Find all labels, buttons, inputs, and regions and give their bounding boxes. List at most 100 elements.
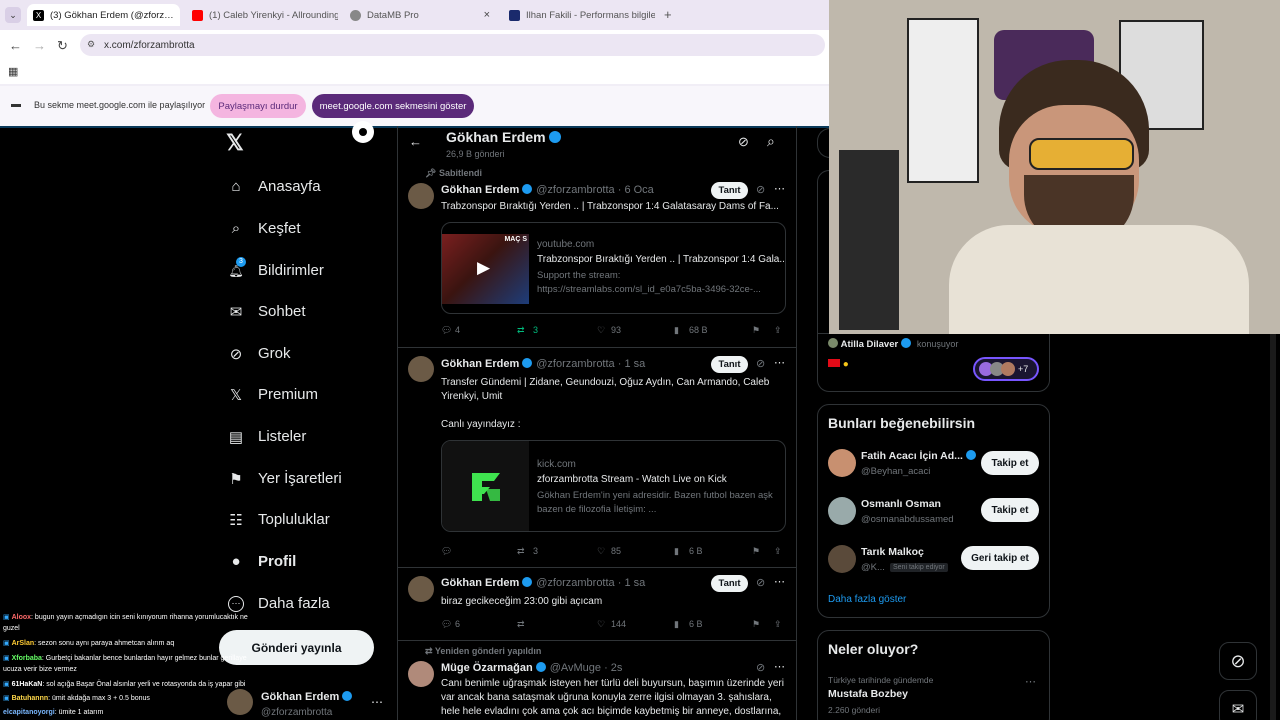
follow-button[interactable]: Takip et [981, 498, 1039, 522]
nav-more[interactable]: ⋯ Daha fazla [228, 595, 330, 612]
reply-count: 6 [455, 619, 461, 629]
avatar[interactable] [408, 576, 434, 602]
follow-suggestion[interactable]: Osmanlı Osman @osmanabdussamed Takip et [818, 493, 1049, 537]
scrollbar[interactable] [1270, 334, 1276, 720]
forward-arrow-icon[interactable]: → [33, 38, 46, 53]
reply-icon[interactable]: 💬︎ [441, 619, 452, 630]
follow-suggestion[interactable]: Tarık Malkoç @K... Seni takip ediyor Ger… [818, 541, 1049, 585]
grok-icon[interactable]: ⊘ [756, 357, 765, 370]
like-icon[interactable]: ♡ [597, 619, 605, 630]
avatar[interactable] [828, 497, 856, 525]
more-options-icon[interactable]: ⋯ [774, 660, 785, 673]
nav-communities[interactable]: ☷ Topluluklar [228, 511, 329, 529]
avatar[interactable] [828, 449, 856, 477]
close-tab-icon[interactable]: × [484, 9, 490, 21]
more-options-icon[interactable]: ⋯ [774, 356, 785, 369]
thumb-text: MAÇ S [504, 236, 527, 243]
nav-messages[interactable]: ✉ Sohbet [228, 303, 306, 321]
grok-icon[interactable]: ⊘ [756, 183, 765, 196]
apps-grid-icon[interactable]: ▦ [8, 65, 18, 78]
repost-icon[interactable]: ⇄ [517, 546, 525, 557]
share-icon[interactable]: ⇪ [774, 546, 782, 557]
tweet[interactable]: Gökhan Erdem @zforzambrotta · 1 sa Tanıt … [398, 348, 796, 568]
grok-icon[interactable]: ⊘ [756, 661, 765, 674]
search-icon[interactable]: ⌕ [767, 133, 775, 150]
views-icon[interactable]: ▮ [674, 619, 679, 630]
x-logo-icon[interactable]: 𝕏 [226, 130, 244, 156]
more-options-icon[interactable]: ⋯ [1025, 675, 1036, 688]
address-bar[interactable]: ⚙ x.com/zforzambrotta [80, 34, 825, 56]
chat-text: : Gurbetçi bakanlar bence bunlardan hayı… [41, 655, 247, 662]
tweet-time: · 1 sa [617, 577, 646, 589]
views-icon[interactable]: ▮ [674, 325, 679, 336]
avatar[interactable] [408, 661, 434, 687]
nav-lists[interactable]: ▤ Listeler [228, 428, 306, 446]
card-domain: kick.com [537, 459, 576, 470]
nav-explore[interactable]: ⌕ Keşfet [228, 220, 301, 237]
nav-home[interactable]: ⌂ Anasayfa [228, 178, 321, 195]
reply-icon[interactable]: 💬︎ [441, 546, 452, 557]
back-arrow-icon[interactable]: ← [9, 38, 22, 53]
more-options-icon[interactable]: ⋯ [371, 695, 383, 709]
views-icon[interactable]: ▮ [674, 546, 679, 557]
live-space[interactable]: Atilla Dilaver konuşuyor ● +7 [817, 334, 1050, 392]
avatar[interactable] [828, 545, 856, 573]
nav-label: Anasayfa [258, 178, 321, 195]
link-card[interactable]: MAÇ S ▶ youtube.com Trabzonspor Bıraktığ… [441, 222, 786, 314]
reply-icon[interactable]: 💬︎ [441, 325, 452, 336]
tab-ilhan-fakili[interactable]: Ilhan Fakili - Performans bilgile… × [503, 4, 655, 26]
like-icon[interactable]: ♡ [597, 325, 605, 336]
grok-floating-button[interactable]: ⊘ [1219, 642, 1257, 680]
grok-icon: ⊘ [229, 345, 243, 363]
stop-sharing-button[interactable]: Paylaşmayı durdur [210, 94, 306, 118]
nav-grok[interactable]: ⊘ Grok [228, 345, 291, 363]
url-text: x.com/zforzambrotta [104, 39, 195, 51]
kick-logo-icon [442, 441, 529, 531]
trend-item[interactable]: Türkiye tarihinde gündemde Mustafa Bozbe… [818, 671, 1049, 720]
account-switcher[interactable]: Gökhan Erdem @zforzambrotta ⋯ [219, 685, 389, 720]
share-icon[interactable]: ⇪ [774, 325, 782, 336]
tab-x-profile[interactable]: X (3) Gökhan Erdem (@zforz… ▣ × [27, 4, 180, 26]
nav-bookmarks[interactable]: ⚑ Yer İşaretleri [228, 470, 341, 488]
bookmark-icon[interactable]: ⚑ [752, 619, 760, 630]
site-info-icon[interactable]: ⚙ [87, 39, 95, 50]
tweet[interactable]: Gökhan Erdem @zforzambrotta · 1 sa Tanıt … [398, 568, 796, 641]
follow-back-button[interactable]: Geri takip et [961, 546, 1039, 570]
bookmark-icon[interactable]: ⚑ [752, 325, 760, 336]
promote-button[interactable]: Tanıt [711, 182, 748, 199]
verified-badge-icon [522, 358, 533, 368]
avatar[interactable] [408, 356, 434, 382]
tab-datamb[interactable]: DataMB Pro × [344, 4, 496, 26]
follow-button[interactable]: Takip et [981, 451, 1039, 475]
listener-avatars[interactable]: +7 [973, 357, 1039, 381]
promote-button[interactable]: Tanıt [711, 575, 748, 592]
reload-icon[interactable]: ↻ [57, 38, 68, 54]
show-more-link[interactable]: Daha fazla göster [828, 594, 906, 605]
author-name: Gökhan Erdem [441, 577, 520, 589]
avatar[interactable] [408, 183, 434, 209]
nav-premium[interactable]: 𝕏 Premium [228, 386, 318, 404]
tab-search-button[interactable]: ⌄ [5, 7, 21, 23]
repost-icon[interactable]: ⇄ [517, 619, 525, 630]
more-options-icon[interactable]: ⋯ [774, 182, 785, 195]
tweet[interactable]: ⇄ Yeniden gönderi yapıldın Müge Özarmağa… [398, 641, 796, 720]
share-icon[interactable]: ⇪ [774, 619, 782, 630]
promote-button[interactable]: Tanıt [711, 356, 748, 373]
link-card[interactable]: kick.com zforzambrotta Stream - Watch Li… [441, 440, 786, 532]
more-options-icon[interactable]: ⋯ [774, 575, 785, 588]
new-tab-button[interactable]: + [664, 7, 672, 22]
like-icon[interactable]: ♡ [597, 546, 605, 557]
grok-icon[interactable]: ⊘ [756, 576, 765, 589]
show-meet-tab-button[interactable]: meet.google.com sekmesini göster [312, 94, 474, 118]
grok-icon[interactable]: ⊘ [738, 134, 749, 150]
bookmark-icon[interactable]: ⚑ [752, 546, 760, 557]
youtube-favicon-icon [192, 9, 203, 21]
nav-label: Keşfet [258, 220, 301, 237]
back-arrow-icon[interactable]: ← [409, 134, 422, 149]
tab-youtube[interactable]: (1) Caleb Yirenkyi - Allrounding × [186, 4, 338, 26]
nav-profile[interactable]: ● Profil [228, 553, 296, 570]
tweet-pinned[interactable]: 📌︎ Sabitlendi Gökhan Erdem @zforzambrotta… [398, 162, 796, 348]
repost-icon[interactable]: ⇄ [517, 325, 525, 336]
messages-floating-button[interactable]: ✉ [1219, 690, 1257, 720]
follow-suggestion[interactable]: Fatih Acacı İçin Ad... @Beyhan_acaci Tak… [818, 445, 1049, 489]
